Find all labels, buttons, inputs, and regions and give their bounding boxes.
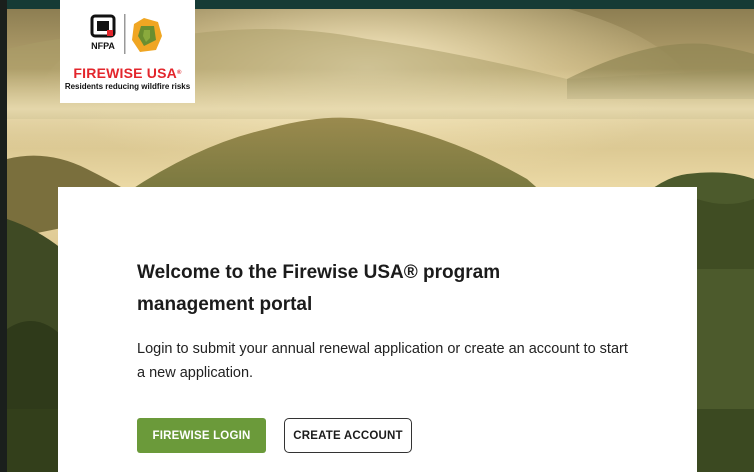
welcome-description: Login to submit your annual renewal appl… xyxy=(137,341,628,381)
welcome-card: Welcome to the Firewise USA® program man… xyxy=(58,187,697,472)
firewise-login-button[interactable]: FIREWISE LOGIN xyxy=(137,418,266,453)
nfpa-label: NFPA xyxy=(91,41,115,51)
wordmark-registered: ® xyxy=(176,70,182,76)
page: NFPA FIREWISE USA® Residents reducing wi… xyxy=(0,0,754,472)
firewise-wordmark: FIREWISE USA® xyxy=(60,66,195,80)
wordmark-text: FIREWISE USA xyxy=(73,65,177,81)
page-title: Welcome to the Firewise USA® program man… xyxy=(137,262,501,315)
left-edge xyxy=(0,0,7,472)
create-account-button[interactable]: CREATE ACCOUNT xyxy=(284,418,412,453)
firewise-usa-logo[interactable]: NFPA FIREWISE USA® Residents reducing wi… xyxy=(60,0,195,103)
logo-tagline: Residents reducing wildfire risks xyxy=(64,82,191,91)
nfpa-firewise-emblem-icon: NFPA xyxy=(90,14,162,54)
